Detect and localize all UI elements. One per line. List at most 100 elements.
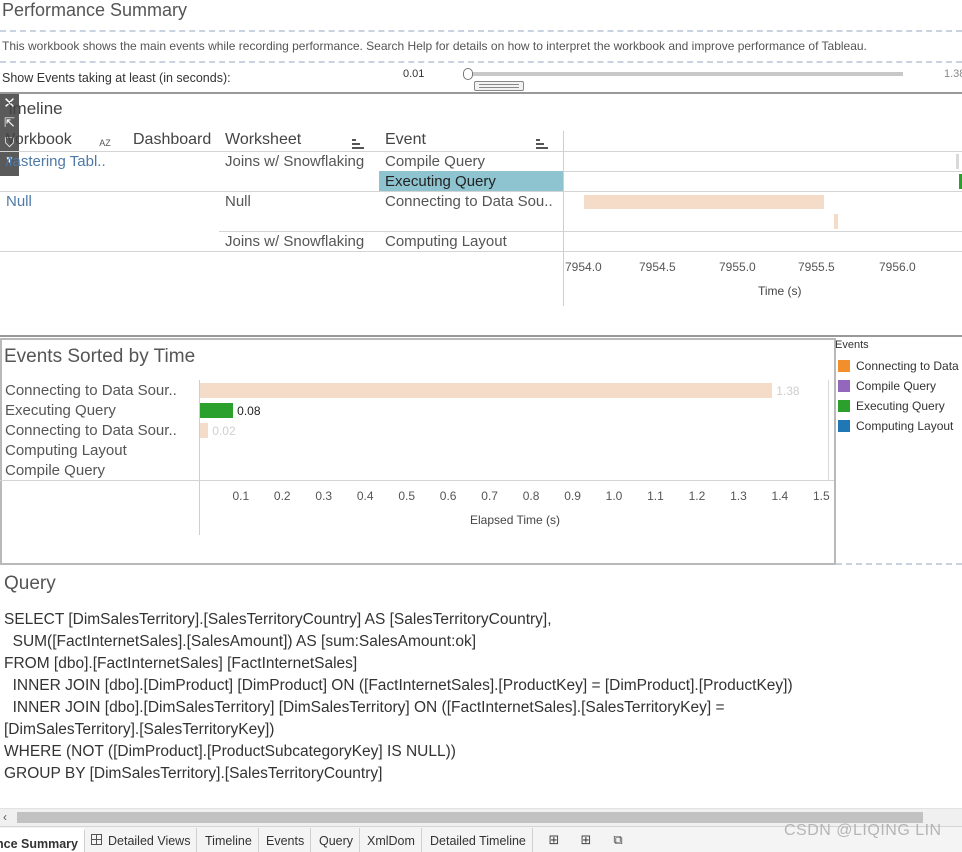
x-tick-label: 0.8 xyxy=(522,489,540,503)
scroll-left-icon[interactable]: ‹ xyxy=(3,810,7,824)
tab-xmldom[interactable]: XmlDom xyxy=(361,828,422,852)
tab-query[interactable]: Query xyxy=(313,828,361,852)
resize-grip[interactable] xyxy=(474,81,524,91)
category-label: Computing Layout xyxy=(5,442,127,459)
dashboard-description: This workbook shows the main events whil… xyxy=(2,39,867,53)
category-label: Executing Query xyxy=(5,402,116,419)
table-cell-worksheet[interactable]: Null xyxy=(225,193,251,210)
table-cell-event[interactable]: Compile Query xyxy=(385,153,485,170)
category-label: Compile Query xyxy=(5,462,106,479)
legend-label: Computing Layout xyxy=(856,419,954,433)
plot-axis-divider xyxy=(563,131,564,306)
event-bar-value-label: 0.08 xyxy=(237,404,261,418)
x-tick-label: 1.5 xyxy=(813,489,830,503)
new-story-icon[interactable]: ⧉ xyxy=(610,833,626,847)
x-tick-label: 1.0 xyxy=(605,489,623,503)
table-cell-event[interactable]: Executing Query xyxy=(385,173,496,190)
x-tick-label: 7955.0 xyxy=(719,260,756,274)
query-text-line: FROM [dbo].[FactInternetSales] [FactInte… xyxy=(4,655,358,672)
x-axis-title: Time (s) xyxy=(758,284,802,298)
row-divider xyxy=(219,231,962,232)
tab-detailed-views[interactable]: Detailed Views xyxy=(102,828,198,852)
new-worksheet-icon[interactable]: ⊞ xyxy=(546,833,562,847)
legend-label: Executing Query xyxy=(856,399,945,413)
x-axis-title: Elapsed Time (s) xyxy=(470,513,561,527)
x-tick-label: 7954.0 xyxy=(565,260,602,274)
table-cell-worksheet[interactable]: Joins w/ Snowflaking xyxy=(225,153,364,170)
x-tick-label: 0.1 xyxy=(232,489,250,503)
legend-item[interactable]: Executing Query xyxy=(838,399,945,413)
timeline-bar-connecting[interactable] xyxy=(833,214,839,229)
tab-timeline[interactable]: Timeline xyxy=(199,828,259,852)
legend-label: Connecting to Data xyxy=(856,359,959,373)
divider xyxy=(0,61,962,63)
sort-az-icon[interactable]: AZ xyxy=(99,138,111,148)
x-tick-label: 1.3 xyxy=(730,489,747,503)
timeline-sheet xyxy=(0,92,962,337)
x-tick-label: 7955.5 xyxy=(798,260,835,274)
grid-icon xyxy=(91,834,102,845)
x-tick-label: 0.2 xyxy=(273,489,291,503)
query-text-line: SELECT [DimSalesTerritory].[SalesTerrito… xyxy=(4,611,552,628)
sort-icon[interactable] xyxy=(352,139,364,149)
x-tick-label: 0.9 xyxy=(564,489,581,503)
legend-item[interactable]: Computing Layout xyxy=(838,419,953,433)
query-text-line: INNER JOIN [dbo].[DimProduct] [DimProduc… xyxy=(4,677,793,694)
x-tick-label: 0.5 xyxy=(398,489,416,503)
x-tick-label: 0.4 xyxy=(356,489,374,503)
row-divider xyxy=(0,251,962,252)
tab-detailed-timeline[interactable]: Detailed Timeline xyxy=(424,828,533,852)
query-text-line: WHERE (NOT ([DimProduct].[ProductSubcate… xyxy=(4,743,456,760)
table-cell-event[interactable]: Connecting to Data Sou.. xyxy=(385,193,560,210)
event-bar-value-label: 1.38 xyxy=(776,384,800,398)
filter-slider-handle[interactable] xyxy=(463,68,473,80)
legend-label: Compile Query xyxy=(856,379,937,393)
column-header-dashboard[interactable]: Dashboard xyxy=(133,131,211,149)
filter-label: Show Events taking at least (in seconds)… xyxy=(2,71,231,85)
filter-min-value: 0.01 xyxy=(403,68,425,80)
legend-swatch xyxy=(838,400,850,412)
event-bar-connecting[interactable] xyxy=(200,423,209,438)
filter-max-value: 1.38 xyxy=(944,68,962,80)
x-tick-label: 7956.0 xyxy=(879,260,916,274)
divider xyxy=(0,30,962,32)
legend-swatch xyxy=(838,420,850,432)
column-header-workbook[interactable]: Workbook xyxy=(6,131,96,149)
axis-line xyxy=(0,480,834,481)
query-title: Query xyxy=(4,573,56,594)
new-dashboard-icon[interactable]: ⊞ xyxy=(578,833,594,847)
sort-icon[interactable] xyxy=(536,139,548,149)
filter-slider-track[interactable] xyxy=(468,72,903,76)
x-tick-label: 7954.5 xyxy=(639,260,676,274)
tab-performance-summary[interactable]: nce Summary xyxy=(0,828,85,852)
x-tick-label: 0.3 xyxy=(315,489,333,503)
row-divider xyxy=(0,191,962,192)
legend-item[interactable]: Connecting to Data xyxy=(838,359,959,373)
legend-title: Events xyxy=(835,339,869,351)
table-cell-worksheet[interactable]: Joins w/ Snowflaking xyxy=(225,233,364,250)
legend-swatch xyxy=(838,380,850,392)
table-cell-event[interactable]: Computing Layout xyxy=(385,233,507,250)
query-text-line: SUM([FactInternetSales].[SalesAmount]) A… xyxy=(4,633,477,650)
legend-item[interactable]: Compile Query xyxy=(838,379,936,393)
table-cell-workbook[interactable]: Mastering Tabl.. xyxy=(6,153,121,170)
divider xyxy=(836,563,962,565)
query-text-line: [DimSalesTerritory].[SalesTerritoryKey]) xyxy=(4,721,275,738)
category-label: Connecting to Data Sour.. xyxy=(5,422,177,439)
timeline-bar-connecting[interactable] xyxy=(584,195,824,209)
table-cell-workbook[interactable]: Null xyxy=(6,193,32,210)
events-title: Events Sorted by Time xyxy=(4,346,196,367)
event-bar-executing[interactable] xyxy=(200,403,234,418)
column-header-event[interactable]: Event xyxy=(385,131,426,149)
x-tick-label: 1.4 xyxy=(771,489,789,503)
query-text-line: GROUP BY [DimSalesTerritory].[SalesTerri… xyxy=(4,765,383,782)
timeline-title: Timeline xyxy=(6,99,63,118)
query-text-line: INNER JOIN [dbo].[DimSalesTerritory] [Di… xyxy=(4,699,725,716)
plot-right-border xyxy=(828,380,829,480)
event-bar-connecting[interactable] xyxy=(200,383,773,398)
column-header-worksheet[interactable]: Worksheet xyxy=(225,131,301,149)
tab-events[interactable]: Events xyxy=(260,828,312,852)
row-divider xyxy=(0,151,962,152)
timeline-mark-compile[interactable] xyxy=(956,154,959,169)
dashboard-title: Performance Summary xyxy=(2,0,188,20)
